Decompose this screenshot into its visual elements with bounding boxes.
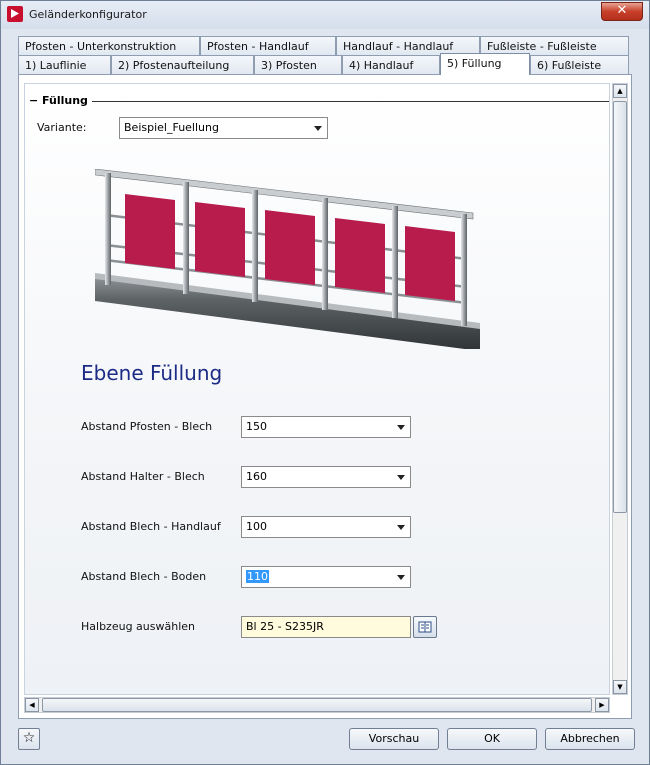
blech-boden-select[interactable]: 110 (241, 566, 411, 588)
scroll-left-button[interactable]: ◀ (25, 698, 39, 712)
field-label-blech-handlauf: Abstand Blech - Handlauf (81, 520, 221, 533)
tab-fussleiste[interactable]: 6) Fußleiste (530, 55, 629, 74)
halter-blech-select[interactable]: 160 (241, 466, 411, 488)
chevron-down-icon (397, 575, 405, 580)
fill-panel (335, 218, 385, 293)
post (392, 206, 398, 318)
field-label-pfosten-blech: Abstand Pfosten - Blech (81, 420, 213, 433)
field-label-halter-blech: Abstand Halter - Blech (81, 470, 205, 483)
tab-handlauf[interactable]: 4) Handlauf (342, 55, 440, 74)
fill-panel (265, 210, 315, 285)
catalog-icon (418, 621, 432, 633)
scroll-right-button[interactable]: ▶ (595, 698, 609, 712)
horizontal-scrollbar[interactable]: ◀ ▶ (24, 697, 610, 713)
variant-label: Variante: (37, 121, 87, 134)
halbzeug-value: Bl 25 - S235JR (246, 620, 324, 633)
tab-fuellung[interactable]: 5) Füllung (440, 53, 530, 75)
tab-pfosten-handlauf[interactable]: Pfosten - Handlauf (200, 36, 336, 55)
tab-pfosten[interactable]: 3) Pfosten (254, 55, 342, 74)
chevron-down-icon (397, 525, 405, 530)
pfosten-blech-select[interactable]: 150 (241, 416, 411, 438)
post (252, 190, 258, 302)
horizontal-scroll-thumb[interactable] (42, 698, 592, 712)
railing-preview-image (95, 169, 480, 349)
post (322, 198, 328, 310)
favorites-button[interactable]: ☆ (18, 728, 40, 750)
catalog-browse-button[interactable] (413, 616, 437, 638)
tab-lauflinie[interactable]: 1) Lauflinie (18, 55, 111, 74)
group-title: − Füllung (29, 94, 92, 107)
ok-button[interactable]: OK (447, 728, 537, 750)
variant-select[interactable]: Beispiel_Fuellung (119, 117, 328, 139)
preview-button[interactable]: Vorschau (349, 728, 439, 750)
vertical-scroll-thumb[interactable] (613, 101, 627, 513)
star-icon: ☆ (22, 730, 36, 746)
scroll-down-button[interactable]: ▼ (613, 680, 627, 694)
pfosten-blech-value: 150 (246, 420, 267, 433)
post (183, 182, 189, 294)
blech-handlauf-select[interactable]: 100 (241, 516, 411, 538)
post (461, 214, 467, 326)
variant-value: Beispiel_Fuellung (124, 121, 219, 134)
dialog-window: Geländerkonfigurator ✕ Pfosten - Unterko… (0, 0, 650, 765)
halbzeug-label: Halbzeug auswählen (81, 620, 195, 633)
fill-panel (405, 226, 455, 301)
app-icon (7, 6, 23, 22)
field-label-blech-boden: Abstand Blech - Boden (81, 570, 207, 583)
collapse-icon[interactable]: − (29, 94, 42, 107)
window-title: Geländerkonfigurator (29, 8, 147, 21)
tab-pfostenaufteilung[interactable]: 2) Pfostenaufteilung (111, 55, 254, 74)
section-heading: Ebene Füllung (81, 361, 223, 385)
title-bar: Geländerkonfigurator ✕ (1, 1, 649, 29)
blech-handlauf-value: 100 (246, 520, 267, 533)
scroll-content: − Füllung Variante: Beispiel_Fuellung Eb… (24, 83, 610, 695)
halbzeug-field[interactable]: Bl 25 - S235JR (241, 616, 411, 638)
halter-blech-value: 160 (246, 470, 267, 483)
chevron-down-icon (314, 126, 322, 131)
vertical-scrollbar[interactable]: ▲ ▼ (612, 83, 628, 695)
cancel-button[interactable]: Abbrechen (545, 728, 635, 750)
fill-panel (125, 194, 175, 269)
scroll-up-button[interactable]: ▲ (613, 84, 627, 98)
chevron-down-icon (397, 425, 405, 430)
group-title-text: Füllung (42, 94, 88, 107)
chevron-down-icon (397, 475, 405, 480)
blech-boden-value: 110 (246, 570, 269, 583)
close-button[interactable]: ✕ (601, 2, 643, 21)
group-divider (29, 101, 609, 102)
fill-panel (195, 202, 245, 277)
tab-panel: − Füllung Variante: Beispiel_Fuellung Eb… (18, 74, 632, 719)
post (105, 173, 111, 285)
tab-pfosten-unterkonstruktion[interactable]: Pfosten - Unterkonstruktion (18, 36, 200, 55)
